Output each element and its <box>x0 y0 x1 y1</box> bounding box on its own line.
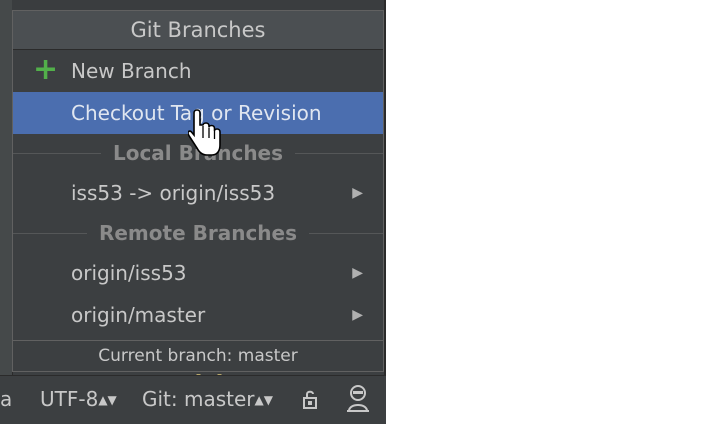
chevron-right-icon: ▶ <box>352 307 363 323</box>
branch-item-local-iss53[interactable]: iss53 -> origin/iss53 ▶ <box>13 172 383 214</box>
branch-label: origin/master <box>71 303 206 327</box>
chevron-right-icon: ▶ <box>352 265 363 281</box>
plus-icon: + <box>33 52 59 87</box>
updown-arrows-icon: ▲▼ <box>98 393 117 407</box>
status-truncated-text: a <box>0 387 13 411</box>
editor-right-strip <box>384 0 386 375</box>
encoding-label: UTF-8 <box>40 387 99 411</box>
editor-top-area <box>12 0 384 10</box>
current-branch-footer: Current branch: master <box>13 340 383 371</box>
branch-item-remote-master[interactable]: origin/master ▶ <box>13 294 383 336</box>
new-branch-label: New Branch <box>71 59 192 83</box>
git-branch-label: Git: master <box>142 387 255 411</box>
remote-branches-separator: Remote Branches <box>13 214 383 252</box>
updown-arrows-icon: ▲▼ <box>254 393 273 407</box>
git-branch-widget[interactable]: Git: master▲▼ <box>142 376 273 422</box>
hector-icon[interactable] <box>344 384 372 414</box>
branch-label: origin/iss53 <box>71 261 187 285</box>
encoding-widget[interactable]: UTF-8▲▼ <box>40 376 117 422</box>
chevron-right-icon: ▶ <box>352 185 363 201</box>
remote-branches-header: Remote Branches <box>86 221 310 245</box>
lock-icon[interactable] <box>300 388 322 412</box>
hand-pointer-cursor <box>188 109 221 156</box>
branch-item-remote-iss53[interactable]: origin/iss53 ▶ <box>13 252 383 294</box>
status-bar: a UTF-8▲▼ Git: master▲▼ <box>0 375 386 424</box>
git-branches-popup: Git Branches + New Branch Checkout Tag o… <box>12 10 384 372</box>
popup-title: Git Branches <box>13 11 383 50</box>
branch-label: iss53 -> origin/iss53 <box>71 181 276 205</box>
new-branch-item[interactable]: + New Branch <box>13 50 383 92</box>
